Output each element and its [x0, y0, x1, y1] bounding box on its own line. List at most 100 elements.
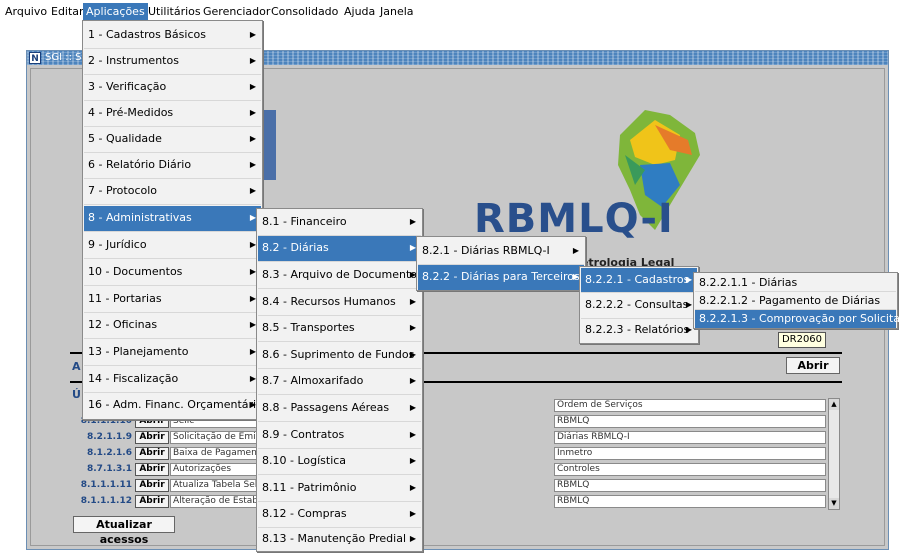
menu-item[interactable]: 8.2.2.2 - Consultas ▶: [581, 293, 697, 319]
menu-editar[interactable]: Editar: [48, 3, 87, 21]
update-access-button[interactable]: Atualizar acessos: [73, 516, 175, 546]
menu-item[interactable]: 2 - Instrumentos ▶: [84, 49, 261, 75]
row-system: Diárias RBMLQ-I: [554, 431, 826, 444]
menu-item[interactable]: 8.4 - Recursos Humanos ▶: [258, 289, 421, 316]
open-button-top[interactable]: Abrir: [786, 357, 840, 374]
menu-item[interactable]: 1 - Cadastros Básicos ▶: [84, 23, 261, 49]
chevron-right-icon: ▶: [409, 403, 416, 412]
chevron-right-icon: ▶: [249, 160, 256, 169]
menu-item-selected[interactable]: 8.2.2.1 - Cadastros ▶: [581, 268, 697, 293]
menu-item[interactable]: 8.13 - Manutenção Predial ▶: [258, 528, 421, 552]
menu-item[interactable]: 8.5 - Transportes ▶: [258, 316, 421, 342]
menu-item[interactable]: 14 - Fiscalização ▶: [84, 367, 261, 393]
tooltip: DR2060: [778, 332, 826, 348]
menu-item-selected[interactable]: 8 - Administrativas ▶: [84, 206, 261, 232]
chevron-right-icon: ▶: [249, 186, 256, 195]
menu-item[interactable]: 13 - Planejamento ▶: [84, 340, 261, 366]
table-row: 8.2.1.1.9 Abrir Solicitação de Emiss Diá…: [70, 431, 830, 444]
menu-administrativas-submenu: 8.1 - Financeiro ▶ 8.2 - Diárias ▶ 8.3 - A…: [256, 208, 423, 552]
row-system: RBMLQ: [554, 415, 826, 428]
table-row: 8.1.2.1.6 Abrir Baixa de Pagamento Inmet…: [70, 447, 830, 460]
menu-arquivo[interactable]: Arquivo: [2, 3, 50, 21]
menu-item[interactable]: 8.2.1 - Diárias RBMLQ-I ▶: [418, 238, 584, 265]
chevron-right-icon: ▶: [249, 134, 256, 143]
row-open-button[interactable]: Abrir: [135, 447, 169, 460]
scroll-down-arrow-icon[interactable]: ▼: [829, 498, 839, 509]
menu-diarias-terceiros-submenu: 8.2.2.1 - Cadastros ▶ 8.2.2.2 - Consultas…: [579, 266, 699, 344]
row-system: RBMLQ: [554, 479, 826, 492]
menu-item[interactable]: 8.11 - Patrimônio ▶: [258, 475, 421, 502]
menu-item-selected[interactable]: 8.2 - Diárias ▶: [258, 236, 421, 262]
menu-item[interactable]: 8.1 - Financeiro ▶: [258, 210, 421, 236]
menu-item[interactable]: 4 - Pré-Medidos ▶: [84, 101, 261, 127]
menu-item[interactable]: 5 - Qualidade ▶: [84, 127, 261, 153]
table-cell-system: Ordem de Serviços: [554, 399, 826, 412]
menu-diarias-submenu: 8.2.1 - Diárias RBMLQ-I ▶ 8.2.2 - Diárias…: [416, 236, 586, 291]
chevron-right-icon: ▶: [572, 246, 579, 255]
menu-item[interactable]: 8.12 - Compras ▶: [258, 502, 421, 528]
row-system: RBMLQ: [554, 495, 826, 508]
menu-item[interactable]: 8.7 - Almoxarifado ▶: [258, 369, 421, 395]
row-code: 8.7.1.3.1: [87, 464, 132, 474]
menu-item-selected[interactable]: 8.2.2 - Diárias para Terceiros ▶: [418, 265, 584, 290]
menu-item[interactable]: 6 - Relatório Diário ▶: [84, 153, 261, 179]
chevron-right-icon: ▶: [249, 56, 256, 65]
menu-ajuda[interactable]: Ajuda: [341, 3, 378, 21]
menu-gerenciador[interactable]: Gerenciador: [200, 3, 273, 21]
row-open-button[interactable]: Abrir: [135, 463, 169, 476]
chevron-right-icon: ▶: [409, 350, 416, 359]
menu-item[interactable]: 12 - Oficinas ▶: [84, 313, 261, 339]
chevron-right-icon: ▶: [409, 323, 416, 332]
logo-graphic-stem: [262, 110, 276, 180]
row-open-button[interactable]: Abrir: [135, 431, 169, 444]
row-code: 8.2.1.1.9: [87, 432, 132, 442]
menu-item[interactable]: 8.10 - Logística ▶: [258, 449, 421, 475]
app-icon: N: [29, 52, 41, 64]
menu-aplicacoes-dropdown: 1 - Cadastros Básicos ▶ 2 - Instrumentos ▶…: [82, 20, 263, 420]
section-title: A: [72, 360, 81, 373]
menu-janela[interactable]: Janela: [377, 3, 417, 21]
menu-item[interactable]: 8.6 - Suprimento de Fundos ▶: [258, 342, 421, 369]
row-system: Controles: [554, 463, 826, 476]
menu-cadastros-submenu: 8.2.2.1.1 - Diárias 8.2.2.1.2 - Pagament…: [693, 272, 900, 329]
chevron-right-icon: ▶: [409, 483, 416, 492]
table-row: 8.1.1.1.12 Abrir Alteração de Estabe RBM…: [70, 495, 830, 508]
chevron-right-icon: ▶: [685, 275, 692, 284]
chevron-right-icon: ▶: [409, 217, 416, 226]
chevron-right-icon: ▶: [409, 430, 416, 439]
scroll-up-arrow-icon[interactable]: ▲: [829, 399, 839, 410]
table-scrollbar[interactable]: ▲ ▼: [828, 398, 840, 510]
menu-item[interactable]: 8.8 - Passagens Aéreas ▶: [258, 395, 421, 422]
row-code: 8.1.1.1.12: [80, 496, 132, 506]
menu-consolidado[interactable]: Consolidado: [268, 3, 341, 21]
menu-item-selected[interactable]: 8.2.2.1.3 - Comprovação por Solicitação: [695, 310, 900, 328]
menu-item[interactable]: 3 - Verificação ▶: [84, 75, 261, 101]
chevron-right-icon: ▶: [409, 456, 416, 465]
menu-item[interactable]: 9 - Jurídico ▶: [84, 233, 261, 259]
menu-item[interactable]: 7 - Protocolo ▶: [84, 179, 261, 205]
chevron-right-icon: ▶: [409, 376, 416, 385]
table-row: 8.7.1.3.1 Abrir Autorizações Controles: [70, 463, 830, 476]
row-code: 8.1.2.1.6: [87, 448, 132, 458]
menu-item[interactable]: 8.2.2.1.1 - Diárias: [695, 274, 896, 292]
chevron-right-icon: ▶: [685, 325, 692, 334]
menu-item[interactable]: 11 - Portarias ▶: [84, 287, 261, 313]
menu-utilitarios[interactable]: Utilitários: [145, 3, 204, 21]
chevron-right-icon: ▶: [249, 30, 256, 39]
chevron-right-icon: ▶: [685, 300, 692, 309]
menu-item[interactable]: 8.3 - Arquivo de Documentos ▶: [258, 262, 423, 289]
chevron-right-icon: ▶: [409, 509, 416, 518]
menu-item[interactable]: 8.2.2.3 - Relatórios ▶: [581, 319, 697, 343]
menu-aplicacoes[interactable]: Aplicações: [83, 3, 148, 21]
chevron-right-icon: ▶: [249, 82, 256, 91]
row-code: 8.1.1.1.11: [80, 480, 132, 490]
window-title: SGI :: SI: [45, 52, 85, 63]
row-open-button[interactable]: Abrir: [135, 479, 169, 492]
menu-item[interactable]: 8.9 - Contratos ▶: [258, 422, 421, 449]
menu-item[interactable]: 8.2.2.1.2 - Pagamento de Diárias: [695, 292, 896, 310]
row-open-button[interactable]: Abrir: [135, 495, 169, 508]
chevron-right-icon: ▶: [409, 534, 416, 543]
menu-item[interactable]: 16 - Adm. Financ. Orçamentária ▶: [84, 393, 263, 419]
table-row: 8.1.1.1.11 Abrir Atualiza Tabela Selic R…: [70, 479, 830, 492]
menu-item[interactable]: 10 - Documentos ▶: [84, 260, 261, 286]
